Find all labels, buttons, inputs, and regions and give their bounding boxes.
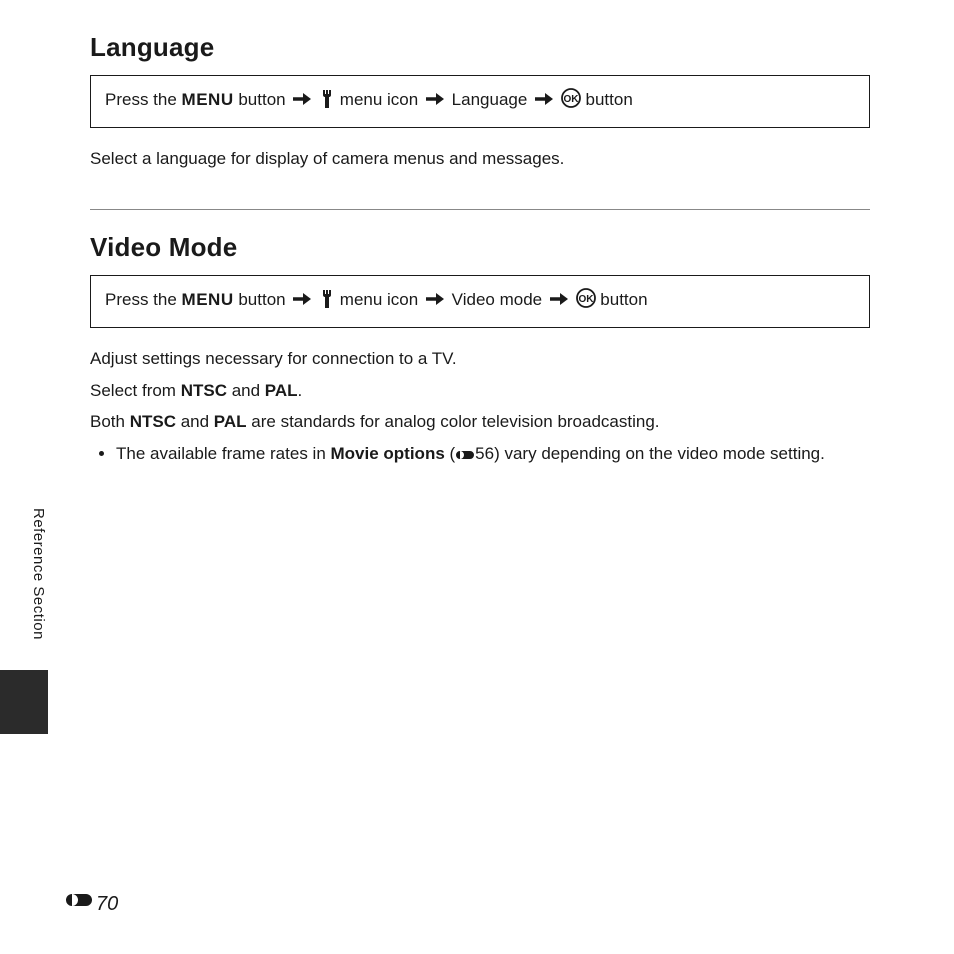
- video-bullet-list: The available frame rates in Movie optio…: [90, 441, 870, 470]
- page-number: 70: [66, 892, 118, 916]
- wrench-icon: [319, 290, 335, 315]
- nav-menuicon-after: menu icon: [335, 90, 423, 109]
- side-section-label: Reference Section: [30, 508, 47, 640]
- reference-section-icon: [66, 892, 92, 916]
- nav-btn-word: button: [234, 290, 291, 309]
- list-item: The available frame rates in Movie optio…: [116, 441, 870, 470]
- language-description: Select a language for display of camera …: [90, 146, 870, 172]
- movie-options-label: Movie options: [331, 444, 445, 463]
- wrench-icon: [319, 90, 335, 115]
- nav-ok-after: button: [596, 290, 648, 309]
- ok-button-icon: OK: [561, 88, 581, 115]
- ok-button-icon: OK: [576, 288, 596, 315]
- arrow-icon: [293, 289, 311, 313]
- page-number-value: 70: [96, 893, 118, 916]
- menu-button-label: MENU: [182, 290, 234, 309]
- video-desc-1: Adjust settings necessary for connection…: [90, 346, 870, 372]
- side-tab-marker: [0, 670, 48, 734]
- arrow-icon: [535, 89, 553, 113]
- svg-text:OK: OK: [563, 94, 579, 105]
- pal-label: PAL: [214, 412, 247, 431]
- section-divider: [90, 209, 870, 210]
- nav-prefix: Press the: [105, 290, 182, 309]
- ntsc-label: NTSC: [130, 412, 176, 431]
- text: Both: [90, 412, 130, 431]
- text: and: [227, 381, 265, 400]
- menu-button-label: MENU: [182, 90, 234, 109]
- nav-btn-word: button: [234, 90, 291, 109]
- arrow-icon: [426, 89, 444, 113]
- arrow-icon: [550, 289, 568, 313]
- video-desc-3: Both NTSC and PAL are standards for anal…: [90, 409, 870, 435]
- reference-page: 56: [475, 444, 494, 463]
- text: are standards for analog color televisio…: [247, 412, 660, 431]
- text: ) vary depending on the video mode setti…: [494, 444, 825, 463]
- text: and: [176, 412, 214, 431]
- video-desc-2: Select from NTSC and PAL.: [90, 378, 870, 404]
- text: .: [298, 381, 303, 400]
- ntsc-label: NTSC: [181, 381, 227, 400]
- text: (: [445, 444, 455, 463]
- text: The available frame rates in: [116, 444, 331, 463]
- pal-label: PAL: [265, 381, 298, 400]
- nav-path-language: Press the MENU button menu icon Language…: [90, 75, 870, 128]
- nav-prefix: Press the: [105, 90, 182, 109]
- nav-ok-after: button: [581, 90, 633, 109]
- nav-item: Video mode: [447, 290, 547, 309]
- reference-section-icon: [455, 444, 475, 470]
- nav-item: Language: [447, 90, 532, 109]
- heading-language: Language: [90, 32, 870, 63]
- nav-path-video-mode: Press the MENU button menu icon Video mo…: [90, 275, 870, 328]
- svg-text:OK: OK: [578, 294, 594, 305]
- heading-video-mode: Video Mode: [90, 232, 870, 263]
- arrow-icon: [426, 289, 444, 313]
- arrow-icon: [293, 89, 311, 113]
- nav-menuicon-after: menu icon: [335, 290, 423, 309]
- text: Select from: [90, 381, 181, 400]
